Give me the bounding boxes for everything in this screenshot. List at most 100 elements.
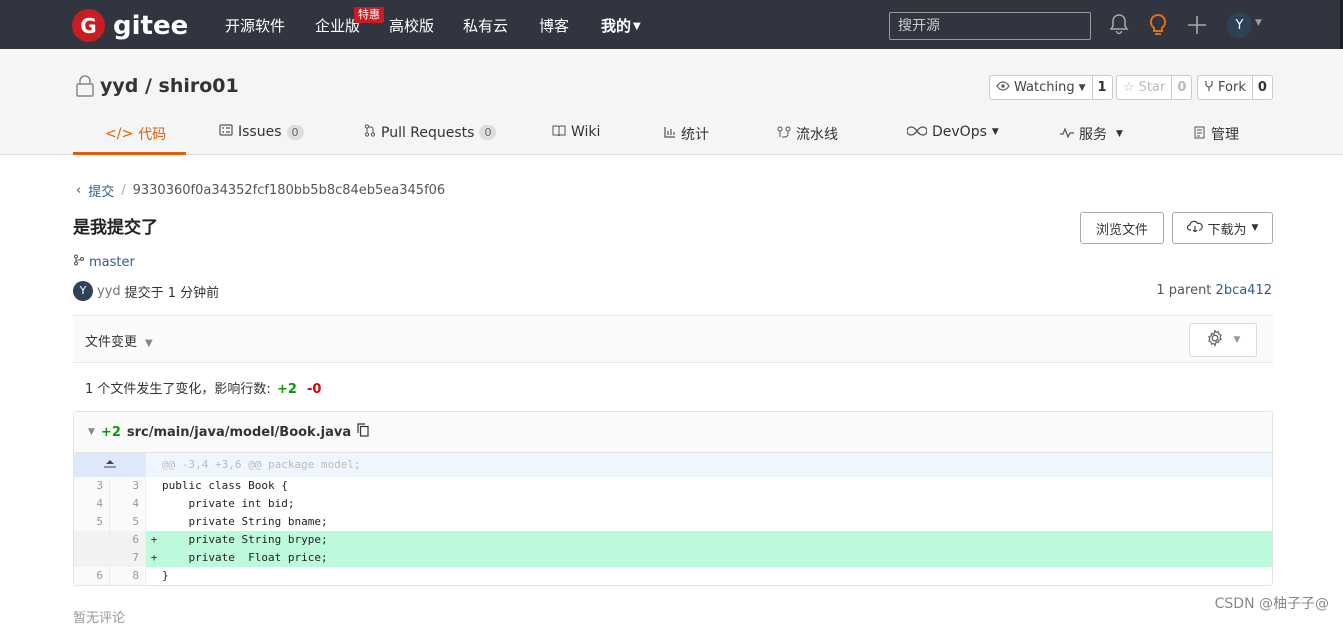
nav-education[interactable]: 高校版 bbox=[389, 15, 434, 36]
file-changes-toggle[interactable]: 文件变更 ▼ bbox=[85, 331, 153, 350]
tab-code-label: 代码 bbox=[138, 127, 167, 143]
infinity-icon bbox=[906, 124, 928, 140]
diff-hunk-row: @@ -3,4 +3,6 @@ package model; bbox=[74, 453, 1272, 477]
diff-line: 5 5 private String bname; bbox=[74, 513, 1272, 531]
old-line-number[interactable]: 5 bbox=[74, 513, 110, 531]
new-line-number[interactable]: 5 bbox=[110, 513, 146, 531]
summary-text: 1 个文件发生了变化，影响行数: bbox=[85, 382, 271, 397]
diff-line: 4 4 private int bid; bbox=[74, 495, 1272, 513]
tab-issues-label: Issues bbox=[238, 124, 282, 140]
old-line-number[interactable]: 4 bbox=[74, 495, 110, 513]
gitee-logo[interactable]: G gitee bbox=[72, 9, 188, 42]
tab-issues[interactable]: Issues 0 bbox=[219, 124, 304, 140]
file-diff: ▼ +2 src/main/java/model/Book.java @@ -3… bbox=[73, 411, 1273, 586]
download-button[interactable]: 下载为 ▼ bbox=[1172, 212, 1273, 244]
tab-code[interactable]: </> 代码 bbox=[105, 124, 166, 144]
repo-header: yyd / shiro01 Watching ▼ 1 ☆ Star 0 Fork… bbox=[0, 49, 1343, 155]
pull-request-icon bbox=[364, 124, 376, 141]
issues-count: 0 bbox=[286, 124, 304, 140]
tab-stats[interactable]: 统计 bbox=[664, 124, 709, 144]
old-line-number[interactable] bbox=[74, 549, 110, 567]
chevron-left-icon[interactable]: ‹ bbox=[76, 183, 81, 198]
pipeline-icon bbox=[777, 126, 791, 143]
chevron-down-icon: ▼ bbox=[991, 127, 999, 137]
branch-icon bbox=[73, 254, 85, 270]
pull-requests-count: 0 bbox=[479, 125, 497, 140]
diff-hunk-header: @@ -3,4 +3,6 @@ package model; bbox=[162, 458, 361, 471]
old-line-number[interactable]: 6 bbox=[74, 567, 110, 585]
book-icon bbox=[552, 124, 566, 140]
new-line-number[interactable]: 8 bbox=[110, 567, 146, 585]
star-button[interactable]: ☆ Star 0 bbox=[1116, 75, 1193, 100]
new-line-number[interactable]: 7 bbox=[110, 549, 146, 567]
fork-count[interactable]: 0 bbox=[1253, 76, 1272, 99]
top-navbar: G gitee 开源软件 企业版 特惠 高校版 私有云 博客 我的▼ Y ▼ bbox=[0, 0, 1343, 49]
tab-devops-label: DevOps bbox=[932, 124, 987, 140]
settings-doc-icon bbox=[1194, 126, 1206, 143]
branch-link[interactable]: master bbox=[73, 254, 135, 270]
nav-mine-label: 我的 bbox=[601, 17, 632, 35]
fork-label: Fork bbox=[1218, 80, 1246, 95]
expand-up-icon[interactable] bbox=[74, 453, 146, 477]
breadcrumb-commits-link[interactable]: 提交 bbox=[88, 181, 114, 200]
tab-pull-requests[interactable]: Pull Requests 0 bbox=[364, 124, 497, 141]
watch-count[interactable]: 1 bbox=[1093, 76, 1112, 99]
chevron-down-icon[interactable]: ▼ bbox=[1255, 18, 1262, 28]
repo-tabs: </> 代码 Issues 0 Pull Requests 0 Wiki 统计 bbox=[0, 119, 1343, 155]
tab-devops[interactable]: DevOps ▼ bbox=[906, 124, 999, 140]
author-name[interactable]: yyd bbox=[97, 284, 121, 299]
nav-private-cloud[interactable]: 私有云 bbox=[463, 15, 508, 36]
author-avatar[interactable]: Y bbox=[73, 281, 93, 301]
browse-files-button[interactable]: 浏览文件 bbox=[1080, 212, 1164, 244]
tab-wiki[interactable]: Wiki bbox=[552, 124, 600, 140]
tab-services[interactable]: 服务 ▼ bbox=[1060, 124, 1123, 144]
diff-code: private int bid; bbox=[162, 497, 295, 510]
lock-icon bbox=[75, 75, 95, 101]
chevron-down-icon: ▼ bbox=[145, 338, 153, 349]
breadcrumb: ‹ 提交 / 9330360f0a34352fcf180bb5b8c84eb5e… bbox=[76, 181, 445, 200]
star-icon: ☆ bbox=[1123, 80, 1135, 95]
copy-icon[interactable] bbox=[357, 423, 369, 441]
chevron-down-icon: ▼ bbox=[1251, 223, 1259, 233]
no-comments-text: 暂无评论 bbox=[73, 611, 126, 626]
diff-line: 6 8 } bbox=[74, 567, 1272, 585]
commit-parent: 1 parent 2bca412 bbox=[1156, 283, 1272, 298]
star-count[interactable]: 0 bbox=[1172, 76, 1191, 99]
diff-sign: + bbox=[150, 533, 158, 546]
new-line-number[interactable]: 3 bbox=[110, 477, 146, 495]
commit-time: 提交于 1 分钟前 bbox=[124, 285, 220, 301]
parent-hash-link[interactable]: 2bca412 bbox=[1216, 283, 1272, 298]
tab-manage-label: 管理 bbox=[1211, 127, 1239, 143]
diff-code: } bbox=[162, 569, 169, 582]
diff-line-added: 7 + private Float price; bbox=[74, 549, 1272, 567]
tab-pipeline[interactable]: 流水线 bbox=[777, 124, 838, 144]
lightbulb-icon[interactable] bbox=[1148, 13, 1168, 41]
new-line-number[interactable]: 6 bbox=[110, 531, 146, 549]
tab-stats-label: 统计 bbox=[681, 127, 709, 143]
tab-manage[interactable]: 管理 bbox=[1194, 124, 1239, 144]
old-line-number[interactable]: 3 bbox=[74, 477, 110, 495]
nav-mine[interactable]: 我的 ▼ bbox=[601, 15, 641, 36]
bell-icon[interactable] bbox=[1109, 13, 1129, 39]
new-line-number[interactable]: 4 bbox=[110, 495, 146, 513]
nav-blog[interactable]: 博客 bbox=[539, 15, 569, 36]
collapse-caret-icon[interactable]: ▼ bbox=[88, 427, 95, 437]
file-changes-bar: 文件变更 ▼ ▼ bbox=[73, 315, 1273, 363]
tab-wiki-label: Wiki bbox=[571, 124, 601, 140]
plus-icon[interactable] bbox=[1187, 15, 1207, 39]
hot-badge: 特惠 bbox=[354, 7, 384, 23]
search-input[interactable] bbox=[889, 12, 1091, 40]
watch-label: Watching bbox=[1014, 80, 1075, 95]
branch-name: master bbox=[89, 254, 135, 270]
user-avatar[interactable]: Y bbox=[1227, 13, 1252, 38]
fork-button[interactable]: Fork 0 bbox=[1197, 75, 1273, 100]
diff-sign bbox=[146, 477, 162, 495]
repo-name[interactable]: yyd / shiro01 bbox=[100, 75, 239, 97]
chevron-down-icon: ▼ bbox=[633, 21, 641, 32]
diff-code: public class Book { bbox=[162, 479, 288, 492]
nav-open-source[interactable]: 开源软件 bbox=[225, 15, 285, 36]
diff-settings-button[interactable]: ▼ bbox=[1189, 323, 1257, 357]
diff-file-path[interactable]: src/main/java/model/Book.java bbox=[127, 425, 351, 440]
watch-button[interactable]: Watching ▼ 1 bbox=[989, 75, 1113, 100]
old-line-number[interactable] bbox=[74, 531, 110, 549]
